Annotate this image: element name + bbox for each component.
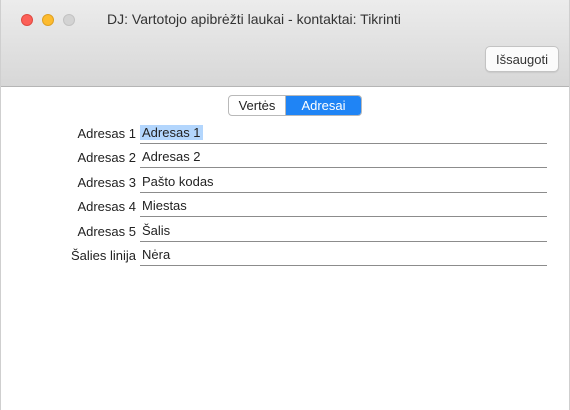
zoom-window-button[interactable] — [63, 14, 75, 26]
field-row-adresas-5: Adresas 5 Šalis — [1, 221, 570, 245]
field-label: Adresas 3 — [77, 175, 136, 190]
field-label: Adresas 4 — [77, 199, 136, 214]
minimize-window-button[interactable] — [42, 14, 54, 26]
window-title: DJ: Vartotojo apibrėžti laukai - kontakt… — [107, 11, 401, 27]
field-label: Adresas 1 — [77, 126, 136, 141]
field-label: Adresas 2 — [77, 150, 136, 165]
field-value: Adresas 1 — [140, 125, 203, 140]
field-row-salies-linija: Šalies linija Nėra — [1, 245, 570, 269]
adresas-1-field[interactable]: Adresas 1 — [140, 123, 547, 144]
adresas-4-field[interactable]: Miestas — [140, 196, 547, 217]
field-row-adresas-4: Adresas 4 Miestas — [1, 196, 570, 220]
field-row-adresas-1: Adresas 1 Adresas 1 — [1, 123, 570, 147]
field-value: Miestas — [142, 198, 187, 213]
close-window-button[interactable] — [21, 14, 33, 26]
adresas-5-field[interactable]: Šalis — [140, 221, 547, 242]
field-value: Adresas 2 — [142, 149, 201, 164]
field-value: Šalis — [142, 223, 171, 238]
field-label: Šalies linija — [70, 248, 136, 263]
field-value: Pašto kodas — [142, 174, 214, 189]
tab-adresai[interactable]: Adresai — [286, 96, 361, 115]
save-button[interactable]: Išsaugoti — [484, 46, 559, 72]
adresas-3-field[interactable]: Pašto kodas — [140, 172, 547, 193]
field-value: Nėra — [142, 247, 171, 262]
tab-vertes[interactable]: Vertės — [229, 96, 286, 115]
adresas-2-field[interactable]: Adresas 2 — [140, 147, 547, 168]
toolbar: DJ: Vartotojo apibrėžti laukai - kontakt… — [1, 0, 569, 87]
window: DJ: Vartotojo apibrėžti laukai - kontakt… — [0, 0, 570, 410]
field-label: Adresas 5 — [77, 224, 136, 239]
field-row-adresas-3: Adresas 3 Pašto kodas — [1, 172, 570, 196]
tab-segmented-control: Vertės Adresai — [228, 95, 362, 116]
field-row-adresas-2: Adresas 2 Adresas 2 — [1, 147, 570, 171]
salies-linija-field[interactable]: Nėra — [140, 245, 547, 266]
